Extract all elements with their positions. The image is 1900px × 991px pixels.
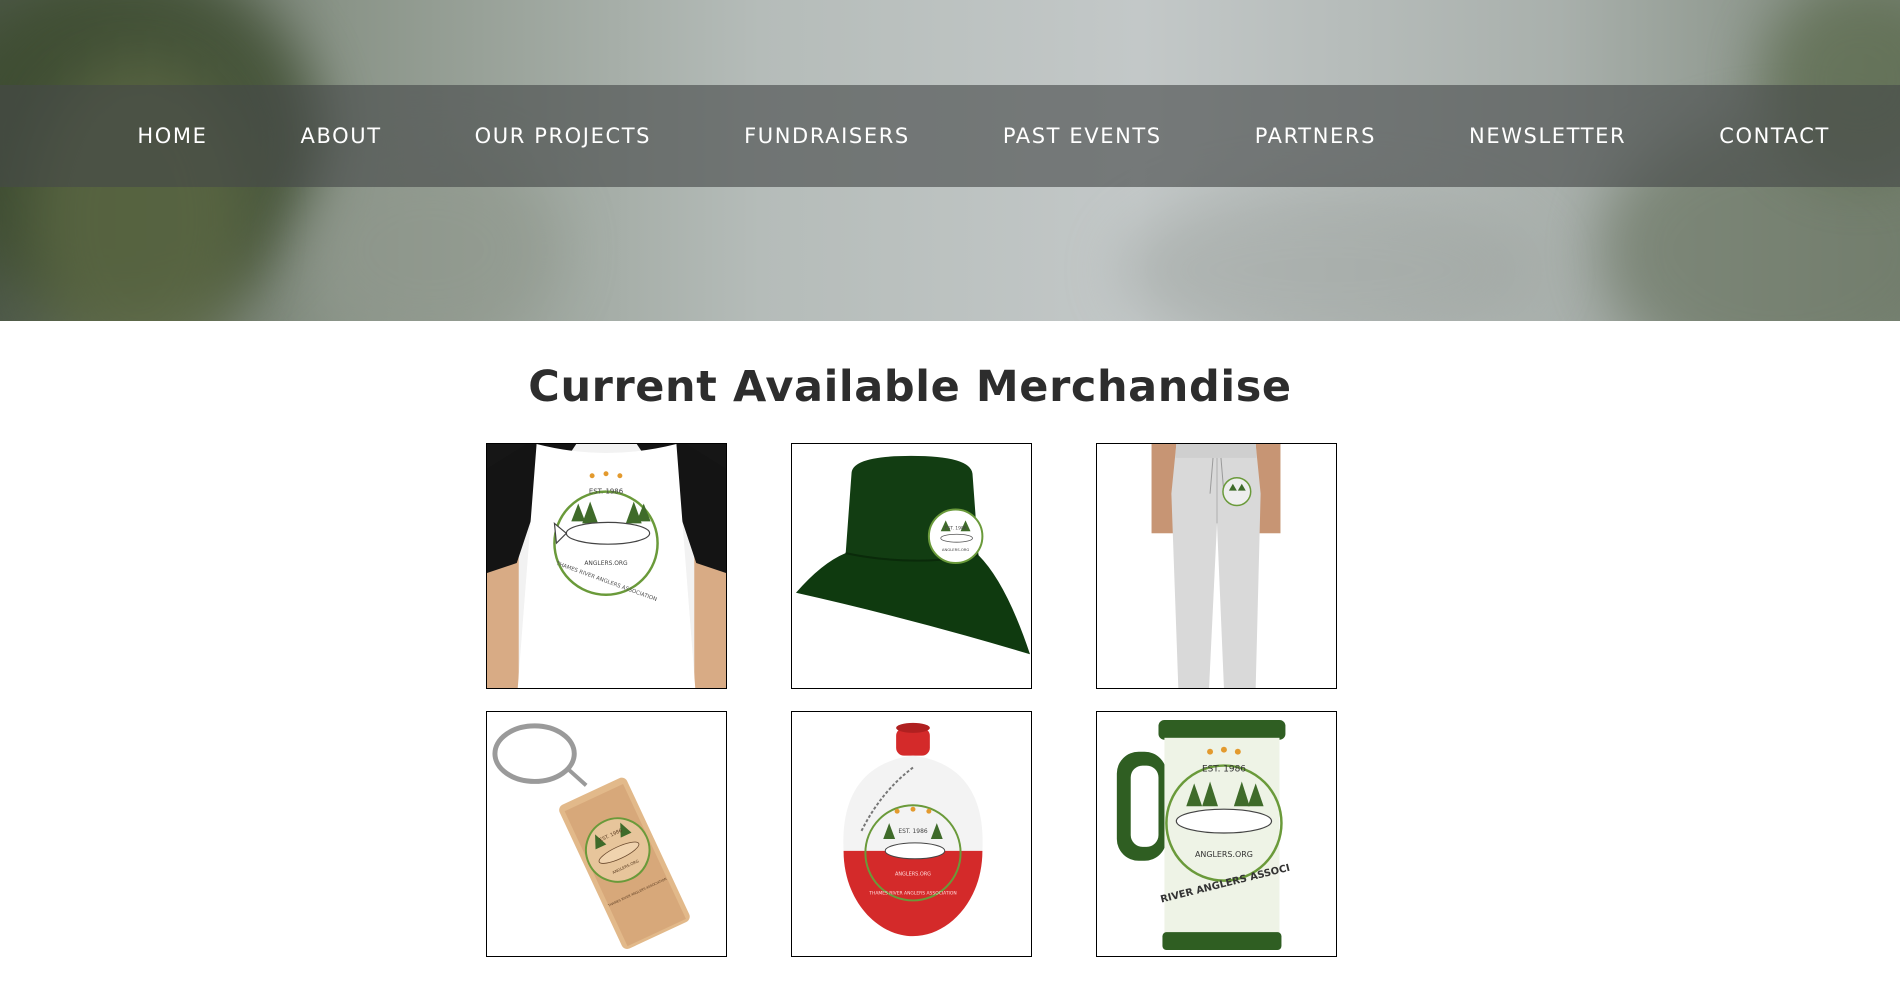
raglan-tshirt-image: EST. 1986 ANGLERS.ORG THAMES RIVER ANGLE… xyxy=(487,444,726,688)
logo-est-text: EST. 1986 xyxy=(898,828,928,835)
fishing-bobber-image: EST. 1986 ANGLERS.ORG THAMES RIVER ANGLE… xyxy=(792,712,1031,956)
travel-mug-image: EST. 1986 ANGLERS.ORG RIVER ANGLERS ASSO… xyxy=(1097,712,1336,956)
product-bucket-hat[interactable]: EST. 1986 ANGLERS.ORG xyxy=(791,443,1032,689)
product-fishing-bobber[interactable]: EST. 1986 ANGLERS.ORG THAMES RIVER ANGLE… xyxy=(791,711,1032,957)
main-navigation: HOME ABOUT OUR PROJECTS FUNDRAISERS PAST… xyxy=(0,85,1900,187)
nav-item-past-events[interactable]: PAST EVENTS xyxy=(1003,124,1162,148)
logo-site-text: ANGLERS.ORG xyxy=(942,548,969,552)
product-sweatpants[interactable] xyxy=(1096,443,1337,689)
product-tshirt[interactable]: EST. 1986 ANGLERS.ORG THAMES RIVER ANGLE… xyxy=(486,443,727,689)
nav-item-newsletter[interactable]: NEWSLETTER xyxy=(1469,124,1626,148)
product-travel-mug[interactable]: EST. 1986 ANGLERS.ORG RIVER ANGLERS ASSO… xyxy=(1096,711,1337,957)
nav-item-our-projects[interactable]: OUR PROJECTS xyxy=(475,124,651,148)
logo-site-text: ANGLERS.ORG xyxy=(895,872,931,878)
logo-name-text: THAMES RIVER ANGLERS ASSOCIATION xyxy=(868,890,956,896)
bucket-hat-image: EST. 1986 ANGLERS.ORG xyxy=(792,444,1031,688)
nav-item-partners[interactable]: PARTNERS xyxy=(1255,124,1376,148)
wooden-keychain-image: EST. 1986 ANGLERS.ORG THAMES RIVER ANGLE… xyxy=(487,712,726,956)
sweatpants-image xyxy=(1097,444,1336,688)
nav-item-about[interactable]: ABOUT xyxy=(301,124,382,148)
page-title: Current Available Merchandise xyxy=(528,362,1292,412)
logo-est-text: EST. 1986 xyxy=(1202,765,1246,775)
product-wooden-keychain[interactable]: EST. 1986 ANGLERS.ORG THAMES RIVER ANGLE… xyxy=(486,711,727,957)
nav-item-home[interactable]: HOME xyxy=(137,124,207,148)
logo-est-text: EST. 1986 xyxy=(589,488,623,496)
nav-item-fundraisers[interactable]: FUNDRAISERS xyxy=(744,124,910,148)
nav-item-contact[interactable]: CONTACT xyxy=(1719,124,1830,148)
logo-site-text: ANGLERS.ORG xyxy=(584,560,628,567)
logo-site-text: ANGLERS.ORG xyxy=(1195,850,1253,859)
logo-est-text: EST. 1986 xyxy=(945,525,967,531)
hero-banner: HOME ABOUT OUR PROJECTS FUNDRAISERS PAST… xyxy=(0,0,1900,321)
